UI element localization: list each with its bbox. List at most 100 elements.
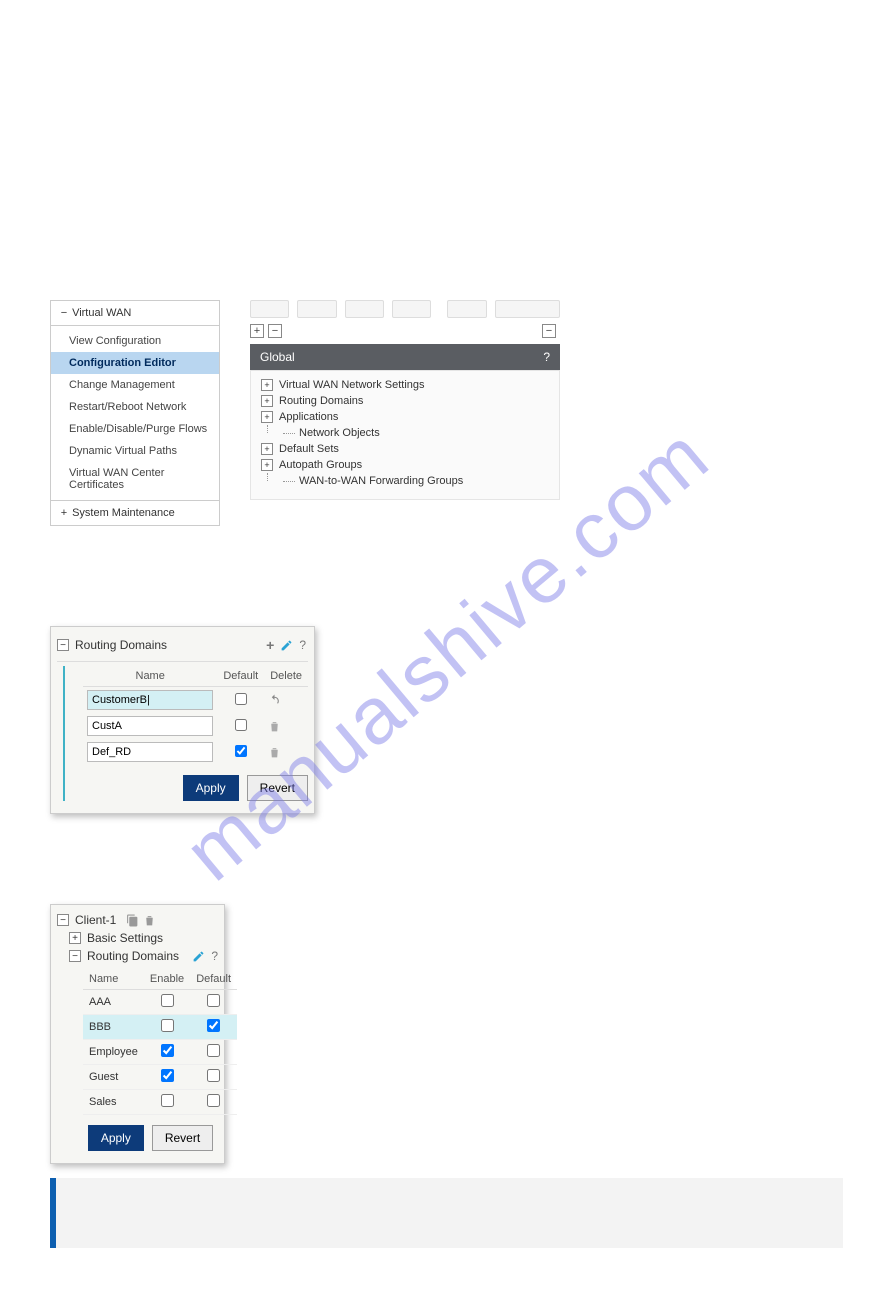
table-row xyxy=(83,739,308,765)
routing-domains-label[interactable]: Routing Domains xyxy=(87,949,179,963)
col-enable: Enable xyxy=(144,969,190,990)
collapse-right-button[interactable]: − xyxy=(542,324,556,338)
tree-label: Virtual WAN Network Settings xyxy=(279,379,425,391)
row-name: Guest xyxy=(83,1065,144,1090)
default-checkbox[interactable] xyxy=(235,719,247,731)
sidebar-header[interactable]: − Virtual WAN xyxy=(51,301,219,326)
col-delete: Delete xyxy=(264,666,308,687)
enable-checkbox[interactable] xyxy=(161,1094,174,1107)
apply-button[interactable]: Apply xyxy=(88,1125,144,1151)
row-name: Sales xyxy=(83,1090,144,1115)
default-checkbox[interactable] xyxy=(207,1069,220,1082)
sidebar-footer[interactable]: + System Maintenance xyxy=(51,500,219,525)
sidebar-item-configuration-editor[interactable]: Configuration Editor xyxy=(51,352,219,374)
row-name: BBB xyxy=(83,1015,144,1040)
col-default: Default xyxy=(217,666,264,687)
sidebar-item-wan-center-certificates[interactable]: Virtual WAN Center Certificates xyxy=(51,462,219,496)
toolbar-button[interactable] xyxy=(297,300,336,318)
minus-icon[interactable]: − xyxy=(57,639,69,651)
routing-domains-title: Routing Domains xyxy=(75,638,167,652)
undo-icon[interactable] xyxy=(268,694,304,707)
sidebar-footer-label: System Maintenance xyxy=(72,507,175,519)
add-button[interactable]: + xyxy=(266,637,274,653)
name-input[interactable] xyxy=(87,716,213,736)
apply-button[interactable]: Apply xyxy=(183,775,239,801)
default-checkbox[interactable] xyxy=(207,1019,220,1032)
expand-all-button[interactable]: + xyxy=(250,324,264,338)
tree-label: WAN-to-WAN Forwarding Groups xyxy=(299,475,463,487)
revert-button[interactable]: Revert xyxy=(152,1125,213,1151)
col-default: Default xyxy=(190,969,237,990)
tree-label: Network Objects xyxy=(299,427,380,439)
table-row: Employee xyxy=(83,1040,237,1065)
sidebar-header-label: Virtual WAN xyxy=(72,307,131,319)
default-checkbox[interactable] xyxy=(207,1044,220,1057)
sidebar-item-dynamic-virtual-paths[interactable]: Dynamic Virtual Paths xyxy=(51,440,219,462)
sidebar-item-enable-disable-purge[interactable]: Enable/Disable/Purge Flows xyxy=(51,418,219,440)
collapse-all-button[interactable]: − xyxy=(268,324,282,338)
sidebar-nav: − Virtual WAN View Configuration Configu… xyxy=(50,300,220,526)
default-checkbox[interactable] xyxy=(207,1094,220,1107)
trash-icon[interactable] xyxy=(143,914,156,927)
toolbar-button[interactable] xyxy=(392,300,431,318)
toolbar-ghost-row xyxy=(250,300,560,318)
enable-checkbox[interactable] xyxy=(161,1069,174,1082)
plus-icon: + xyxy=(261,411,273,423)
minus-icon[interactable]: − xyxy=(57,914,69,926)
default-checkbox[interactable] xyxy=(207,994,220,1007)
tree-item-applications[interactable]: + Applications xyxy=(261,409,549,425)
tree-item-vwan-network-settings[interactable]: + Virtual WAN Network Settings xyxy=(261,377,549,393)
panel-title: Global xyxy=(260,350,295,364)
tree-item-network-objects[interactable]: Network Objects xyxy=(261,425,549,441)
help-icon[interactable]: ? xyxy=(211,949,218,963)
routing-domains-editor: − Routing Domains + ? Name Default Delet… xyxy=(50,626,315,814)
tree-label: Applications xyxy=(279,411,338,423)
basic-settings-label[interactable]: Basic Settings xyxy=(87,931,163,945)
tree-item-default-sets[interactable]: +Default Sets xyxy=(261,441,549,457)
tree-item-wan-to-wan-forwarding[interactable]: WAN-to-WAN Forwarding Groups xyxy=(261,473,549,489)
plus-icon: + xyxy=(261,379,273,391)
pencil-icon[interactable] xyxy=(280,639,293,652)
note-bar xyxy=(50,1178,843,1248)
sidebar-items: View Configuration Configuration Editor … xyxy=(51,326,219,500)
copy-icon[interactable] xyxy=(126,914,139,927)
routing-domains-table: Name Default Delete xyxy=(83,666,308,765)
toolbar-button[interactable] xyxy=(250,300,289,318)
config-panel: + − − Global ? + Virtual WAN Network Sett… xyxy=(250,300,560,526)
plus-icon: + xyxy=(261,395,273,407)
toolbar-button[interactable] xyxy=(495,300,560,318)
enable-checkbox[interactable] xyxy=(161,1044,174,1057)
client-card: − Client-1 + Basic Settings − Routing Do… xyxy=(50,904,225,1164)
minus-icon[interactable]: − xyxy=(69,950,81,962)
pencil-icon[interactable] xyxy=(192,950,205,963)
trash-icon[interactable] xyxy=(268,746,304,759)
help-icon[interactable]: ? xyxy=(543,350,550,364)
toolbar-button[interactable] xyxy=(345,300,384,318)
sidebar-item-view-configuration[interactable]: View Configuration xyxy=(51,330,219,352)
tree-item-routing-domains[interactable]: +Routing Domains xyxy=(261,393,549,409)
name-input[interactable] xyxy=(87,690,213,710)
table-row: Sales xyxy=(83,1090,237,1115)
default-checkbox[interactable] xyxy=(235,693,247,705)
table-row xyxy=(83,713,308,739)
panel-header[interactable]: Global ? xyxy=(250,344,560,370)
enable-checkbox[interactable] xyxy=(161,994,174,1007)
name-input[interactable] xyxy=(87,742,213,762)
sidebar-item-restart-reboot[interactable]: Restart/Reboot Network xyxy=(51,396,219,418)
client-routing-domains-table: Name Enable Default AAA BBB xyxy=(83,969,237,1115)
table-row xyxy=(83,687,308,714)
tree-item-autopath-groups[interactable]: +Autopath Groups xyxy=(261,457,549,473)
enable-checkbox[interactable] xyxy=(161,1019,174,1032)
default-checkbox[interactable] xyxy=(235,745,247,757)
sidebar-item-change-management[interactable]: Change Management xyxy=(51,374,219,396)
trash-icon[interactable] xyxy=(268,720,304,733)
plus-icon[interactable]: + xyxy=(69,932,81,944)
toolbar-button[interactable] xyxy=(447,300,486,318)
help-icon[interactable]: ? xyxy=(299,638,306,652)
plus-icon: + xyxy=(59,507,69,519)
row-name: AAA xyxy=(83,990,144,1015)
col-name: Name xyxy=(83,969,144,990)
revert-button[interactable]: Revert xyxy=(247,775,308,801)
row-name: Employee xyxy=(83,1040,144,1065)
plus-icon: + xyxy=(261,443,273,455)
